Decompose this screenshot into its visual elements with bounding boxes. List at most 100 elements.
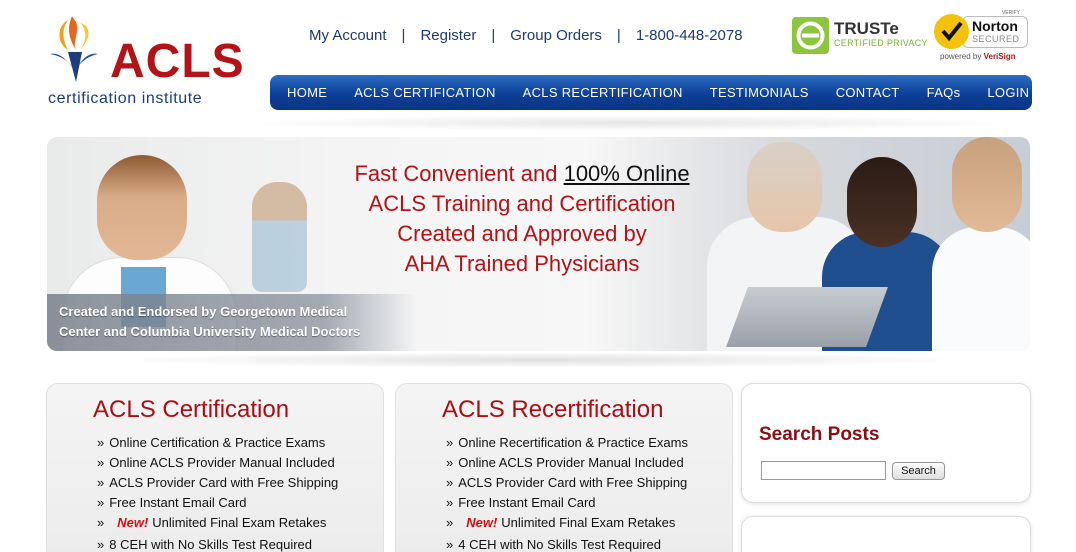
bullet-icon: » xyxy=(446,537,454,552)
background-patient-figure xyxy=(252,182,307,292)
headline-line-4: AHA Trained Physicians xyxy=(404,251,640,276)
feature-text: Unlimited Final Exam Retakes xyxy=(152,515,327,530)
flame-caduceus-icon xyxy=(50,16,98,82)
bullet-icon: » xyxy=(446,495,454,510)
nav-login[interactable]: LOGIN xyxy=(987,85,1029,100)
headline-emphasis: 100% Online xyxy=(563,161,690,186)
feature-text: ACLS Provider Card with Free Shipping xyxy=(109,475,339,490)
search-title: Search Posts xyxy=(759,424,880,445)
sidebar-widget xyxy=(741,516,1031,552)
list-item: » Online Certification & Practice Exams xyxy=(97,433,338,453)
list-item: » ACLS Provider Card with Free Shipping xyxy=(97,473,338,493)
search-widget: Search Posts Search xyxy=(741,383,1031,503)
doctor-figure-head xyxy=(747,142,822,232)
verisign-text: VeriSign xyxy=(983,52,1016,61)
doctor-figure-head xyxy=(847,157,917,247)
main-nav: HOME ACLS CERTIFICATION ACLS RECERTIFICA… xyxy=(270,75,1032,110)
separator: | xyxy=(491,27,496,44)
doctor-figure-head xyxy=(952,137,1022,232)
top-links: My Account | Register | Group Orders | 1-800-4… xyxy=(309,27,743,44)
feature-text: Online ACLS Provider Manual Included xyxy=(109,455,335,470)
list-item: » ACLS Provider Card with Free Shipping xyxy=(446,473,688,493)
nav-contact[interactable]: CONTACT xyxy=(836,85,900,100)
norton-secured: SECURED xyxy=(972,34,1020,44)
endorsement-line-1: Created and Endorsed by Georgetown Medic… xyxy=(59,304,348,319)
bullet-icon: » xyxy=(97,537,105,552)
recertification-title[interactable]: ACLS Recertification xyxy=(442,396,663,424)
nav-home[interactable]: HOME xyxy=(287,85,327,100)
logo-subtitle: certification institute xyxy=(48,90,203,107)
bullet-icon: » xyxy=(446,475,454,490)
nav-acls-certification[interactable]: ACLS CERTIFICATION xyxy=(354,85,495,100)
list-item: » Online Recertification & Practice Exams xyxy=(446,433,688,453)
bullet-icon: » xyxy=(446,455,454,470)
list-item: » New! Unlimited Final Exam Retakes xyxy=(97,513,338,533)
feature-text: Free Instant Email Card xyxy=(458,495,596,510)
laptop-illustration xyxy=(726,287,888,347)
endorsement-line-2: Center and Columbia University Medical D… xyxy=(59,324,361,339)
norton-powered-by: powered by VeriSign xyxy=(940,52,1016,61)
banner-shadow xyxy=(100,352,980,368)
feature-text: Online Recertification & Practice Exams xyxy=(458,435,688,450)
endorsement-strip: Created and Endorsed by Georgetown Medic… xyxy=(47,294,417,351)
norton-checkmark-icon xyxy=(934,14,969,49)
certification-title[interactable]: ACLS Certification xyxy=(93,396,289,424)
headline-line-2: ACLS Training and Certification xyxy=(368,191,676,216)
list-item: » Online ACLS Provider Manual Included xyxy=(97,453,338,473)
separator: | xyxy=(616,27,621,44)
nav-faqs[interactable]: FAQs xyxy=(927,85,961,100)
feature-text: Unlimited Final Exam Retakes xyxy=(501,515,676,530)
headline-line-1: Fast Convenient and 100% Online xyxy=(347,159,697,189)
list-item: » Free Instant Email Card xyxy=(446,493,688,513)
phone-link[interactable]: 1-800-448-2078 xyxy=(636,27,743,44)
feature-text: 8 CEH with No Skills Test Required xyxy=(109,537,313,552)
nav-acls-recertification[interactable]: ACLS RECERTIFICATION xyxy=(523,85,683,100)
powered-by-text: powered by xyxy=(940,52,982,61)
site-logo[interactable]: ACLS certification institute xyxy=(46,12,246,112)
search-button[interactable]: Search xyxy=(892,462,945,480)
bullet-icon: » xyxy=(446,515,454,530)
recertification-panel: ACLS Recertification » Online Recertifica… xyxy=(395,383,733,552)
search-input[interactable] xyxy=(761,461,886,480)
list-item: » Free Instant Email Card xyxy=(97,493,338,513)
register-link[interactable]: Register xyxy=(420,27,476,44)
list-item: » Online ACLS Provider Manual Included xyxy=(446,453,688,473)
nurse-figure-head xyxy=(97,155,187,260)
separator: | xyxy=(401,27,406,44)
list-item: » 8 CEH with No Skills Test Required xyxy=(97,535,338,552)
bullet-icon: » xyxy=(97,515,105,530)
bullet-icon: » xyxy=(97,475,105,490)
feature-text: ACLS Provider Card with Free Shipping xyxy=(458,475,688,490)
doctor-figure-body xyxy=(932,227,1030,351)
list-item: » New! Unlimited Final Exam Retakes xyxy=(446,513,688,533)
truste-name: TRUSTe xyxy=(834,19,899,38)
bullet-icon: » xyxy=(97,495,105,510)
logo-wordmark: ACLS xyxy=(110,35,245,88)
banner-headline: Fast Convenient and 100% Online ACLS Tra… xyxy=(347,159,697,279)
truste-subtitle: CERTIFIED PRIVACY xyxy=(834,38,928,48)
recertification-features: » Online Recertification & Practice Exams… xyxy=(446,433,688,552)
truste-badge[interactable]: TRUSTe CERTIFIED PRIVACY xyxy=(792,15,932,55)
group-orders-link[interactable]: Group Orders xyxy=(510,27,602,44)
nav-testimonials[interactable]: TESTIMONIALS xyxy=(710,85,809,100)
bullet-icon: » xyxy=(97,455,105,470)
new-badge: New! xyxy=(466,515,498,530)
feature-text: 4 CEH with No Skills Test Required xyxy=(458,537,662,552)
certification-features: » Online Certification & Practice Exams »… xyxy=(97,433,338,552)
feature-text: Online ACLS Provider Manual Included xyxy=(458,455,684,470)
bullet-icon: » xyxy=(446,435,454,450)
headline-text: Fast Convenient and xyxy=(354,161,564,186)
truste-e-icon xyxy=(792,17,829,54)
norton-name: Norton xyxy=(972,18,1018,34)
certification-panel: ACLS Certification » Online Certification… xyxy=(46,383,384,552)
bullet-icon: » xyxy=(97,435,105,450)
feature-text: Online Certification & Practice Exams xyxy=(109,435,326,450)
nav-shadow xyxy=(235,115,1025,131)
new-badge: New! xyxy=(117,515,149,530)
norton-badge[interactable]: VERIFY Norton SECURED powered by VeriSig… xyxy=(934,10,1030,62)
my-account-link[interactable]: My Account xyxy=(309,27,387,44)
feature-text: Free Instant Email Card xyxy=(109,495,247,510)
headline-line-3: Created and Approved by xyxy=(397,221,647,246)
hero-banner: Fast Convenient and 100% Online ACLS Tra… xyxy=(47,137,1030,351)
list-item: » 4 CEH with No Skills Test Required xyxy=(446,535,688,552)
